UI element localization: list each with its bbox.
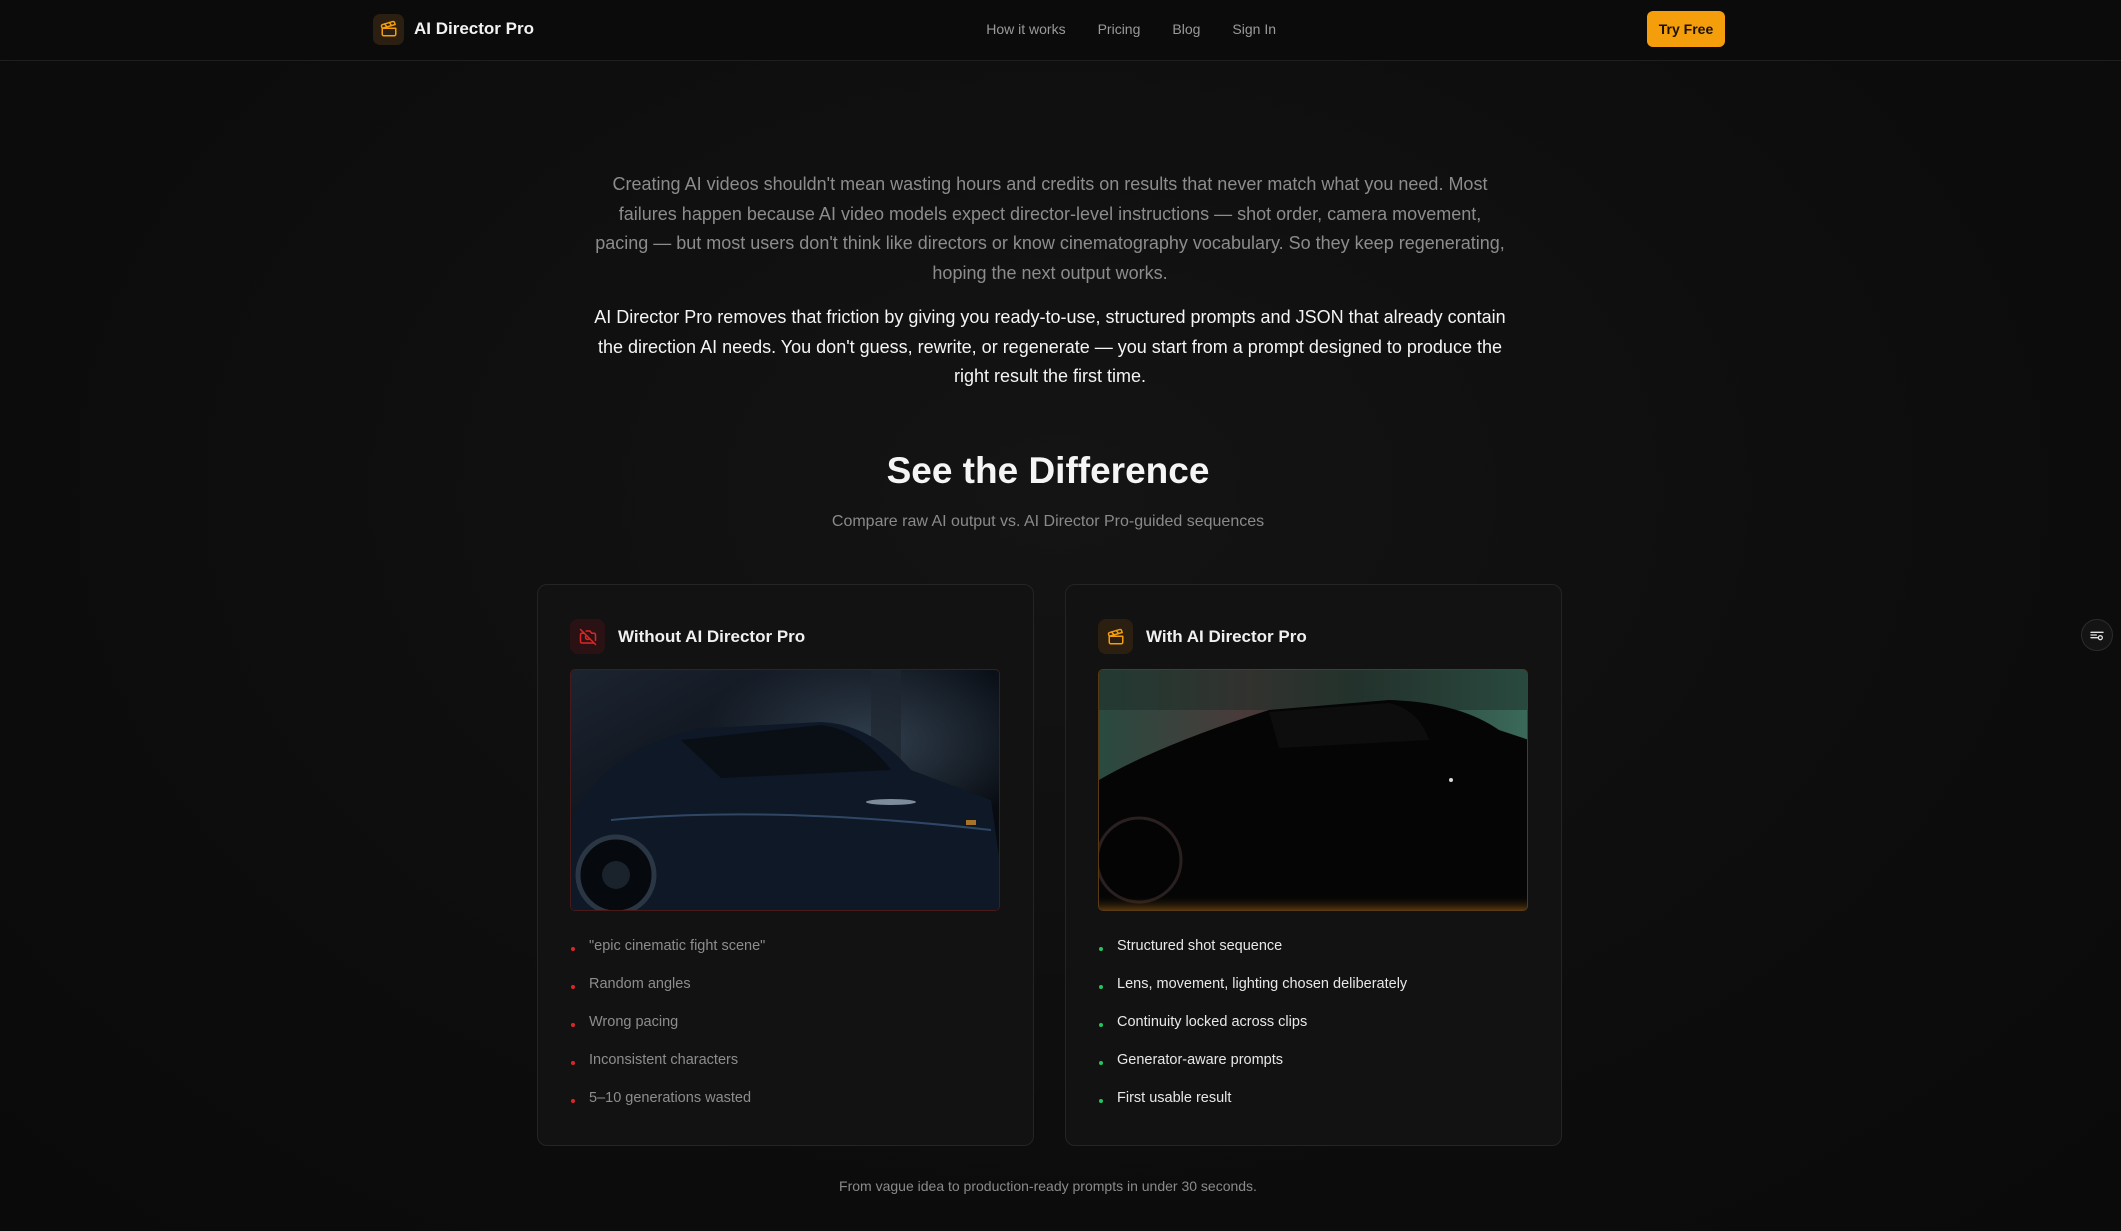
nav-link-pricing[interactable]: Pricing (1098, 21, 1141, 37)
section-title: See the Difference (886, 450, 1210, 491)
footnote: From vague idea to production-ready prom… (839, 1178, 1257, 1194)
bullet-dot (571, 985, 575, 989)
intro: Creating AI videos shouldn't mean wastin… (590, 170, 1510, 392)
page: AI Director Pro How it works Pricing Blo… (0, 0, 2121, 1231)
with-video-thumbnail[interactable] (1098, 669, 1528, 911)
list-item: "epic cinematic fight scene" (570, 935, 765, 973)
nav-link-sign-in[interactable]: Sign In (1232, 21, 1276, 37)
without-video-thumbnail[interactable] (570, 669, 1000, 911)
bullet-dot (1099, 1023, 1103, 1027)
bullet-dot (571, 1023, 575, 1027)
bullet-dot (571, 1099, 575, 1103)
section-subtitle: Compare raw AI output vs. AI Director Pr… (831, 513, 1265, 530)
without-list: "epic cinematic fight scene" Random angl… (570, 935, 765, 1125)
list-item-text: Generator-aware prompts (1117, 1052, 1284, 1068)
intro-problem-text: Creating AI videos shouldn't mean wastin… (595, 174, 1505, 283)
list-item: Lens, movement, lighting chosen delibera… (1098, 973, 1407, 1011)
try-free-button[interactable]: Try Free (1647, 11, 1725, 47)
list-item-text: Lens, movement, lighting chosen delibera… (1117, 976, 1408, 992)
list-item-text: Continuity locked across clips (1117, 1014, 1308, 1030)
bullet-dot (571, 947, 575, 951)
nav-link-how-it-works[interactable]: How it works (986, 21, 1065, 37)
clapperboard-icon (1098, 619, 1133, 654)
bullet-dot (1099, 947, 1103, 951)
toggle-list-icon (2090, 631, 2104, 641)
bullet-dot (1099, 1099, 1103, 1103)
list-item-text: "epic cinematic fight scene" (589, 938, 766, 954)
list-item-text: Structured shot sequence (1117, 938, 1283, 954)
with-list: Structured shot sequence Lens, movement,… (1098, 935, 1407, 1125)
list-item: Generator-aware prompts (1098, 1049, 1407, 1087)
without-card-title: Without AI Director Pro (618, 626, 806, 646)
list-item-text: Inconsistent characters (589, 1052, 739, 1068)
with-card-title: With AI Director Pro (1146, 626, 1307, 646)
brand[interactable]: AI Director Pro (373, 13, 534, 45)
camera-off-icon (570, 619, 605, 654)
list-item-text: Random angles (589, 976, 691, 992)
list-item: First usable result (1098, 1087, 1407, 1125)
clapperboard-logo-icon (373, 13, 404, 45)
nav-links: How it works Pricing Blog Sign In (986, 0, 1276, 58)
list-item: Inconsistent characters (570, 1049, 765, 1087)
brand-name: AI Director Pro (414, 19, 534, 38)
with-card-header: With AI Director Pro (1098, 619, 1307, 654)
list-item: Continuity locked across clips (1098, 1011, 1407, 1049)
list-item-text: Wrong pacing (589, 1014, 679, 1030)
intro-solution-text: AI Director Pro removes that friction by… (594, 307, 1506, 386)
without-card: Without AI Director Pro "epic cinematic … (537, 584, 1034, 1146)
list-item-text: First usable result (1117, 1090, 1232, 1106)
list-item: Structured shot sequence (1098, 935, 1407, 973)
nav-link-blog[interactable]: Blog (1172, 21, 1200, 37)
top-nav: AI Director Pro How it works Pricing Blo… (0, 0, 2121, 61)
with-card: With AI Director Pro Structured shot seq… (1065, 584, 1562, 1146)
bullet-dot (571, 1061, 575, 1065)
list-item: Wrong pacing (570, 1011, 765, 1049)
list-item-text: 5–10 generations wasted (589, 1090, 752, 1106)
bullet-dot (1099, 1061, 1103, 1065)
floating-settings-button[interactable] (2081, 619, 2113, 651)
list-item: 5–10 generations wasted (570, 1087, 765, 1125)
without-card-header: Without AI Director Pro (570, 619, 805, 654)
list-item: Random angles (570, 973, 765, 1011)
bullet-dot (1099, 985, 1103, 989)
